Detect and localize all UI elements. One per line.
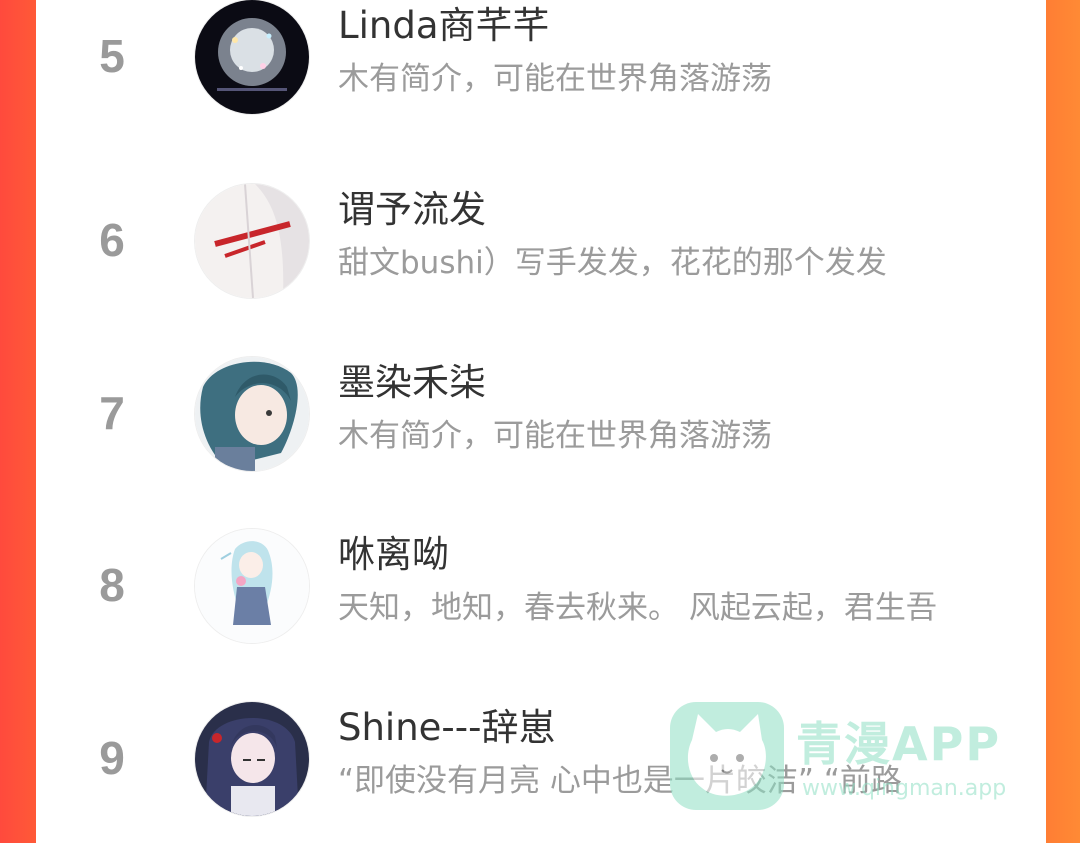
user-intro: 甜文bushi）写手发发，花花的那个发发 bbox=[338, 245, 887, 281]
user-avatar[interactable] bbox=[194, 701, 310, 817]
ranking-row[interactable]: 5 Linda商芊芊 木有简介，可能在世界角落游荡 bbox=[36, 0, 1046, 128]
user-name[interactable]: 咻离呦 bbox=[338, 531, 449, 579]
ranking-row[interactable]: 6 谓予流发 甜文bushi）写手发发，花花的那个发发 bbox=[36, 172, 1046, 312]
user-avatar[interactable] bbox=[194, 356, 310, 472]
user-intro: 天知，地知，春去秋来。 风起云起，君生吾 bbox=[338, 590, 937, 626]
rank-number: 9 bbox=[99, 732, 125, 784]
user-intro: 木有简介，可能在世界角落游荡 bbox=[338, 418, 772, 454]
user-name[interactable]: 谓予流发 bbox=[338, 186, 486, 234]
user-avatar[interactable] bbox=[194, 528, 310, 644]
user-name[interactable]: Shine---辞崽 bbox=[338, 704, 555, 752]
user-name[interactable]: 墨染禾柒 bbox=[338, 359, 486, 407]
user-avatar[interactable] bbox=[194, 0, 310, 115]
user-intro: 木有简介，可能在世界角落游荡 bbox=[338, 61, 772, 97]
user-name[interactable]: Linda商芊芊 bbox=[338, 2, 550, 50]
user-avatar[interactable] bbox=[194, 183, 310, 299]
rank-number: 6 bbox=[99, 214, 125, 266]
ranking-row[interactable]: 9 Shine---辞崽 “即使没有月亮 心中也是一片皎洁” “前路 bbox=[36, 690, 1046, 830]
ranking-row[interactable]: 8 咻离呦 天知，地知，春去秋来。 风起云起，君生吾 bbox=[36, 517, 1046, 657]
user-intro: “即使没有月亮 心中也是一片皎洁” “前路 bbox=[338, 763, 902, 799]
rank-number: 7 bbox=[99, 387, 125, 439]
rank-number: 5 bbox=[99, 30, 125, 82]
ranking-row[interactable]: 7 墨染禾柒 木有简介，可能在世界角落游荡 bbox=[36, 345, 1046, 485]
rank-number: 8 bbox=[99, 559, 125, 611]
ranking-card: 5 Linda商芊芊 木有简介，可能在世界角落游荡 6 谓予流发 甜文bushi… bbox=[36, 0, 1046, 843]
